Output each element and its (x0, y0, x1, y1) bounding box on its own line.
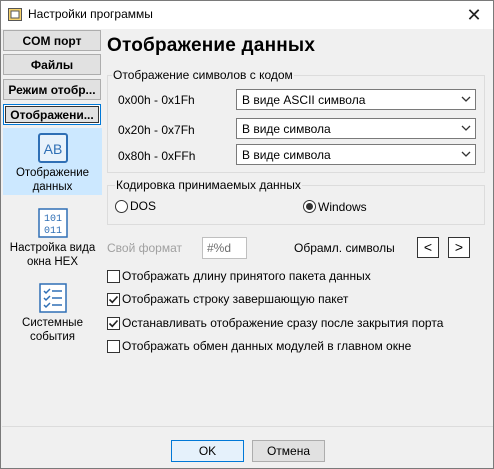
checkbox-label: Отображать обмен данных модулей в главно… (122, 339, 412, 353)
footer (2, 426, 493, 468)
settings-window: Настройки программы ✕ COM порт Файлы Реж… (0, 0, 494, 469)
checkbox-show-module-exchange[interactable] (107, 340, 120, 353)
nav-files-button[interactable]: Файлы (3, 54, 101, 75)
radio-dos[interactable] (115, 200, 128, 213)
checklist-icon (38, 283, 67, 313)
sidebar: AB Отображение данных 101 011 Настройка … (3, 126, 102, 426)
svg-text:011: 011 (43, 226, 61, 237)
binary-icon: 101 011 (37, 208, 68, 238)
sidebar-item-label: Настройка вида (9, 242, 96, 254)
radio-windows-label: Windows (318, 200, 367, 214)
title-bar: Настройки программы ✕ (1, 1, 493, 29)
sidebar-item-label: события (29, 331, 76, 343)
chevron-down-icon (461, 96, 471, 102)
close-button[interactable]: ✕ (463, 5, 485, 25)
frame-symbols-label: Обрамл. символы (294, 241, 395, 255)
ab-text-icon: AB (37, 133, 68, 163)
range-label: 0x20h - 0x7Fh (118, 123, 195, 137)
char-mode-select-3[interactable]: В виде символа (236, 144, 476, 165)
char-display-group-title: Отображение символов с кодом (112, 68, 294, 82)
radio-windows[interactable] (303, 200, 316, 213)
footer-divider (2, 426, 493, 427)
range-label: 0x80h - 0xFFh (118, 149, 196, 163)
checkbox-label: Отображать строку завершающую пакет (122, 292, 349, 306)
select-value: В виде ASCII символа (242, 93, 366, 107)
frame-right-button[interactable]: > (448, 237, 470, 258)
custom-format-label: Свой формат (107, 241, 182, 255)
nav-data-display-button[interactable]: Отображени... (3, 104, 101, 125)
select-value: В виде символа (242, 122, 331, 136)
range-label: 0x00h - 0x1Fh (118, 93, 195, 107)
checkbox-label: Останавливать отображение сразу после за… (122, 316, 444, 330)
checkbox-show-terminator[interactable] (107, 293, 120, 306)
char-mode-select-1[interactable]: В виде ASCII символа (236, 89, 476, 110)
svg-text:101: 101 (43, 214, 61, 225)
cancel-button[interactable]: Отмена (252, 440, 325, 462)
radio-selected-dot (306, 203, 313, 210)
nav-com-port-button[interactable]: COM порт (3, 30, 101, 51)
window-title: Настройки программы (28, 7, 153, 21)
sidebar-item-label: Системные (22, 317, 83, 329)
custom-format-input[interactable]: #%d (202, 237, 247, 259)
svg-text:AB: AB (43, 141, 62, 157)
select-value: В виде символа (242, 148, 331, 162)
checkmark-icon (108, 295, 119, 304)
ok-button[interactable]: OK (171, 440, 244, 462)
frame-left-button[interactable]: < (417, 237, 439, 258)
checkbox-stop-on-close[interactable] (107, 317, 120, 330)
encoding-group-title: Кодировка принимаемых данных (115, 178, 302, 192)
app-icon (8, 8, 22, 21)
chevron-down-icon (461, 151, 471, 157)
checkmark-icon (108, 319, 119, 328)
sidebar-item-data-display[interactable]: AB Отображение данных (3, 128, 102, 195)
page-title: Отображение данных (107, 35, 316, 56)
nav-display-mode-button[interactable]: Режим отобр... (3, 79, 101, 100)
checkbox-show-packet-length[interactable] (107, 270, 120, 283)
sidebar-item-label: Отображение (15, 167, 90, 179)
sidebar-item-hex-view[interactable]: 101 011 Настройка вида окна HEX (3, 208, 102, 273)
checkbox-label: Отображать длину принятого пакета данных (122, 269, 371, 283)
sidebar-item-system-events[interactable]: Системные события (3, 283, 102, 348)
sidebar-item-label: окна HEX (26, 256, 78, 268)
chevron-down-icon (461, 125, 471, 131)
char-mode-select-2[interactable]: В виде символа (236, 118, 476, 139)
radio-dos-label: DOS (130, 199, 157, 213)
sidebar-item-label: данных (32, 181, 73, 193)
